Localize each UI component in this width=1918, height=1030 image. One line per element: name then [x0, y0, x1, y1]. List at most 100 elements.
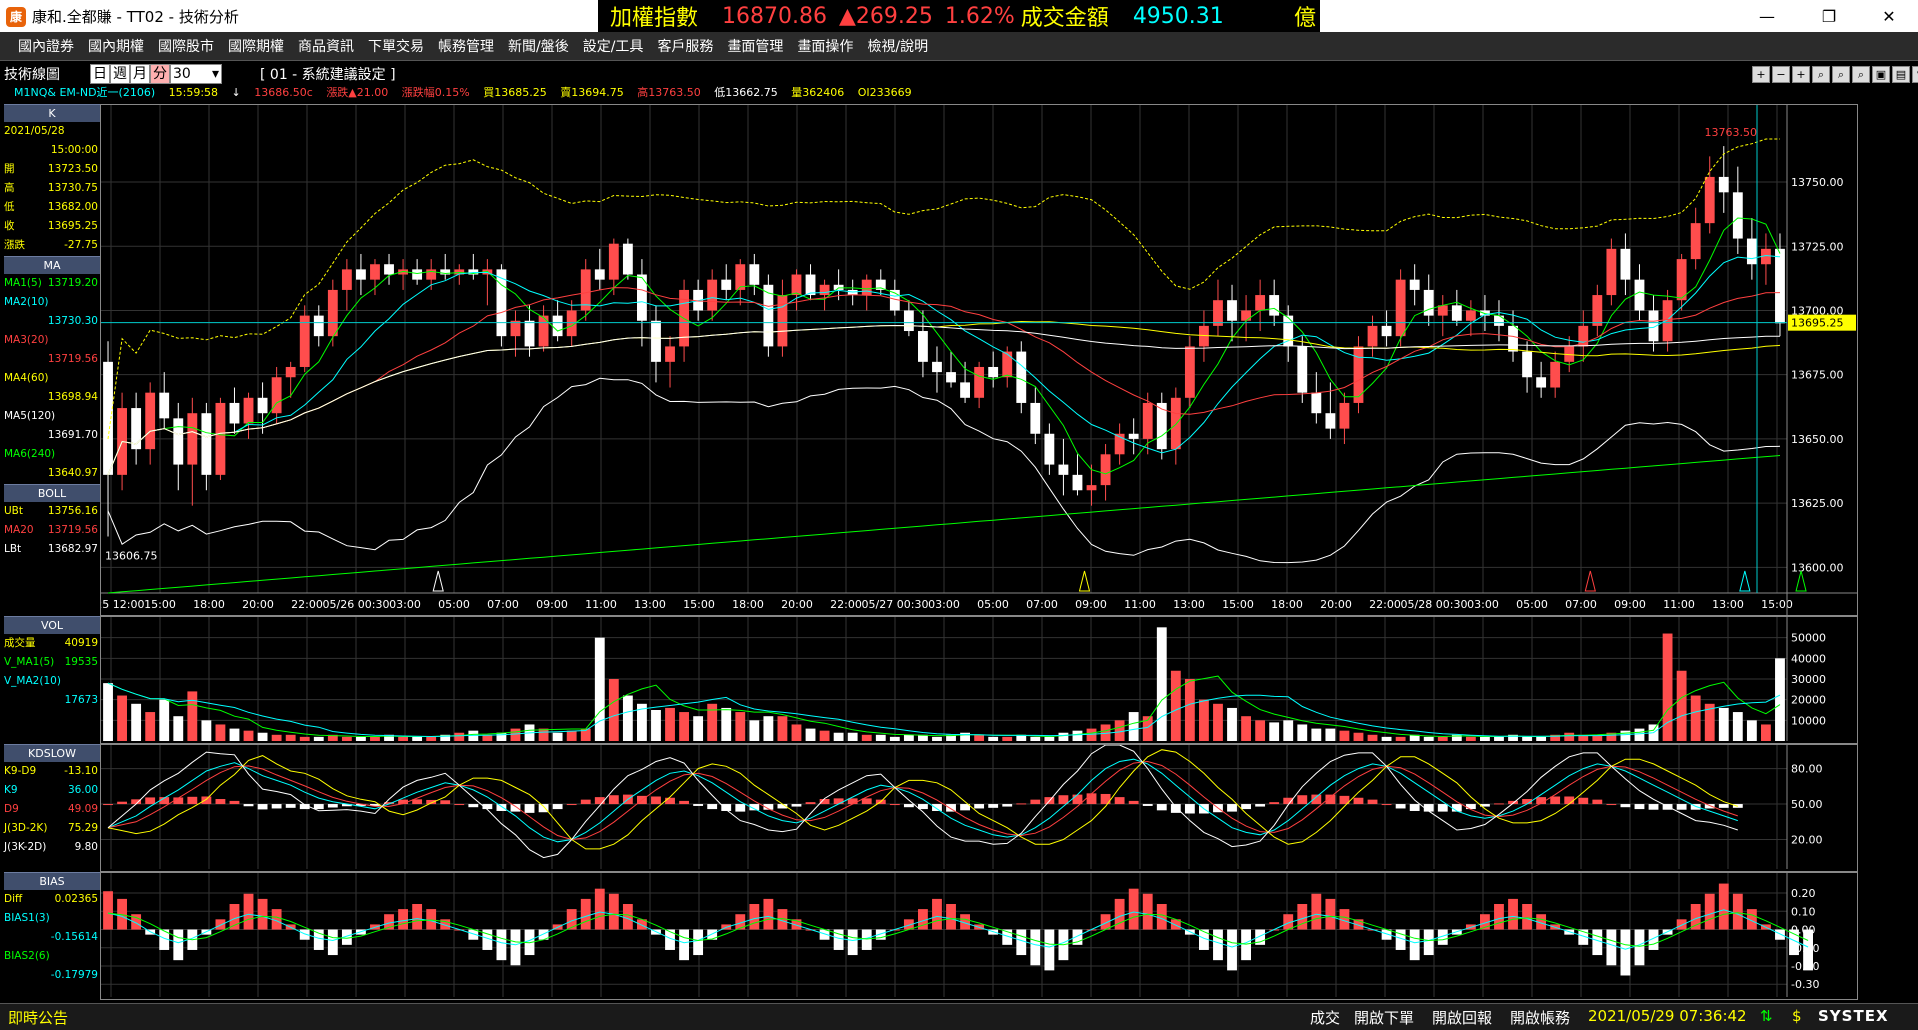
candle-body	[1044, 433, 1055, 465]
candle-body	[1620, 248, 1631, 280]
search-plus-icon[interactable]: ⌕	[1852, 66, 1870, 83]
save-icon[interactable]: ▣	[1872, 66, 1890, 83]
kd-chart[interactable]: 80.00 50.00 20.00	[100, 744, 1858, 872]
k_panel-value: 13730.75	[47, 182, 98, 194]
bias-diff-bar	[1016, 929, 1027, 956]
kd-diff-bar	[889, 804, 900, 806]
candle-body	[1016, 351, 1027, 403]
volume-chart[interactable]: 50000 40000 30000 20000 10000	[100, 616, 1858, 744]
volume-bar	[454, 732, 465, 741]
volume-bar	[426, 736, 437, 741]
setting-label[interactable]: [ 01 - 系統建議設定 ]	[260, 64, 396, 84]
k-date-value: 2021/05/28	[4, 125, 65, 137]
candle-body	[1100, 454, 1111, 486]
announcement-button[interactable]: 即時公告	[8, 1007, 68, 1028]
time-tick-label: 07:00	[1565, 598, 1597, 611]
ticker-label: 加權指數	[610, 6, 699, 31]
menu-item-6[interactable]: 帳務管理	[438, 36, 494, 56]
kd-diff-bar	[327, 804, 338, 808]
kd-tick-label: 50.00	[1791, 798, 1823, 811]
edit-icon[interactable]: ✎	[1912, 66, 1918, 83]
kd-diff-bar	[1409, 804, 1420, 811]
candle-body	[1255, 295, 1266, 311]
quote-time: 15:59:58	[168, 86, 219, 99]
volume-bar	[510, 728, 521, 741]
kd_panel-value: -13.10	[64, 765, 98, 777]
candle-body	[651, 320, 661, 362]
kd-diff-bar	[1395, 804, 1406, 809]
menu-item-3[interactable]: 國際期權	[228, 36, 284, 56]
kd-diff-bar	[974, 804, 985, 809]
close-button[interactable]: ✕	[1866, 0, 1912, 32]
bias-diff-bar	[1409, 929, 1420, 961]
menu-item-4[interactable]: 商品資訊	[298, 36, 354, 56]
k_panel-label: 開	[4, 163, 15, 175]
bias-tick-label: 0.20	[1791, 887, 1816, 900]
minimize-button[interactable]: —	[1744, 0, 1790, 32]
zoom-in-icon[interactable]: +	[1792, 66, 1810, 83]
menu-item-5[interactable]: 下單交易	[368, 36, 424, 56]
search-icon[interactable]: ⌕	[1812, 66, 1830, 83]
status-trade-button[interactable]: 成交	[1310, 1007, 1340, 1028]
menu-item-8[interactable]: 設定/工具	[583, 36, 644, 56]
vol_panel-label: V_MA1(5)	[4, 656, 55, 668]
search-minus-icon[interactable]: ⌕	[1832, 66, 1850, 83]
menu-item-12[interactable]: 檢視/說明	[867, 36, 928, 56]
interval-select[interactable]: 30 ▾	[170, 64, 222, 84]
menu-item-2[interactable]: 國際股市	[158, 36, 214, 56]
volume-bar	[1620, 730, 1631, 741]
kd-diff-bar	[707, 804, 718, 810]
kd-diff-bar	[693, 804, 704, 806]
menu-item-7[interactable]: 新聞/盤後	[508, 36, 569, 56]
k_panel-label: 高	[4, 182, 15, 194]
kd-diff-bar	[1592, 799, 1603, 805]
bias-diff-bar	[1522, 904, 1532, 930]
zoom-out-icon[interactable]: −	[1772, 66, 1790, 83]
print-icon[interactable]: ▤	[1892, 66, 1910, 83]
volume-bar	[651, 710, 661, 741]
volume-bar	[665, 707, 675, 741]
crosshair-icon[interactable]: +	[1752, 66, 1770, 83]
menu-item-10[interactable]: 畫面管理	[727, 36, 783, 56]
ticker-unit: 億	[1293, 6, 1316, 31]
kd_panel-row: D9 49.09	[4, 800, 100, 819]
bias-chart[interactable]: 0.200.100.00-0.10-0.20-0.30	[100, 872, 1858, 1000]
bias-diff-bar	[1592, 929, 1603, 956]
open-order-button[interactable]: 開啟下單	[1354, 1007, 1414, 1028]
volume-bar	[243, 730, 254, 741]
maximize-button[interactable]: ❐	[1806, 0, 1852, 32]
boll_panel-value: 13756.16	[47, 505, 98, 517]
period-month-button[interactable]: 月	[130, 64, 150, 84]
candle-body	[665, 346, 675, 362]
time-tick-label: 20:00	[781, 598, 813, 611]
open-interest: OI233669	[857, 86, 912, 99]
volume-bar	[608, 679, 619, 741]
volume-bar	[1465, 736, 1476, 741]
volume-bar	[833, 732, 844, 741]
volume-bar	[594, 637, 605, 741]
menu-item-11[interactable]: 畫面操作	[797, 36, 853, 56]
menu-item-9[interactable]: 客戶服務	[657, 36, 713, 56]
window-title: 康和.全都賺 - TT02 - 技術分析	[32, 8, 239, 26]
time-tick-label: 20:00	[1320, 598, 1352, 611]
price-chart[interactable]: 05/25 12:0015:0018:0020:0022:0005/26 00:…	[100, 104, 1858, 616]
time-tick-label: 03:00	[1467, 598, 1499, 611]
candle-body	[384, 264, 394, 275]
volume-bar	[988, 736, 999, 741]
kd_panel-label: K9-D9	[4, 765, 37, 777]
candle-body	[1494, 315, 1504, 326]
volume-bar	[1761, 724, 1771, 741]
open-account-button[interactable]: 開啟帳務	[1510, 1007, 1570, 1028]
open-report-button[interactable]: 開啟回報	[1432, 1007, 1492, 1028]
menu-item-1[interactable]: 國內期權	[88, 36, 144, 56]
volume-bar	[1423, 736, 1434, 741]
menu-item-0[interactable]: 國內證券	[18, 36, 74, 56]
volume-bar	[552, 732, 563, 741]
period-day-button[interactable]: 日	[90, 64, 110, 84]
volume-bar	[777, 716, 788, 741]
period-minute-button[interactable]: 分	[150, 64, 170, 84]
candle-body	[1353, 346, 1364, 403]
period-week-button[interactable]: 週	[110, 64, 130, 84]
kd_panel-row: K9-D9 -13.10	[4, 762, 100, 781]
vol-panel-head: VOL	[4, 616, 100, 634]
